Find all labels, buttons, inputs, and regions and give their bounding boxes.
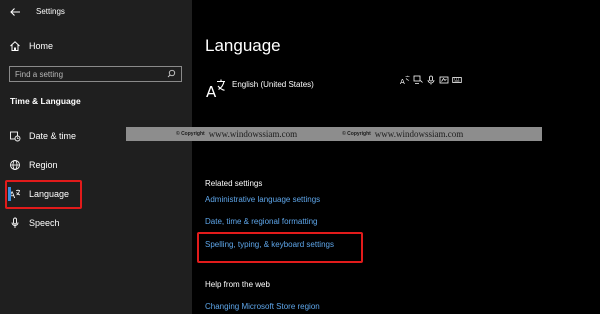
text-to-speech-icon [413,75,423,85]
section-title: Time & Language [10,96,81,106]
highlight-box-spelling-link [197,232,363,263]
search-input[interactable] [15,69,167,79]
calendar-clock-icon [8,129,22,143]
svg-text:A: A [206,83,217,100]
highlight-box-language [5,180,82,209]
page-title: Language [205,36,281,55]
home-icon [8,39,22,53]
search-icon[interactable] [167,65,176,83]
watermark-site: www.windowssiam.com [208,129,298,139]
help-from-web-heading: Help from the web [205,280,270,289]
sidebar-item-label: Region [29,160,58,170]
window-title: Settings [36,7,65,16]
link-administrative-language-settings[interactable]: Administrative language settings [205,195,320,204]
microphone-icon [8,216,22,230]
sidebar-item-speech[interactable]: Speech [8,213,188,233]
sidebar: Settings Home Time & Language Date & tim… [0,0,192,314]
sidebar-item-label: Home [29,41,54,51]
svg-text:A: A [400,78,405,85]
watermark-copyright: © Copyright [176,131,205,137]
language-feature-icons: A [400,75,462,85]
back-arrow-icon[interactable] [8,5,22,19]
speech-recognition-icon [426,75,436,85]
link-date-time-regional-formatting[interactable]: Date, time & regional formatting [205,217,318,226]
watermark-copyright: © Copyright [342,131,371,137]
related-settings-heading: Related settings [205,179,263,188]
watermark-site: www.windowssiam.com [374,129,464,139]
sidebar-item-home[interactable]: Home [8,36,188,56]
watermark-banner: © Copyright www.windowssiam.com © Copyri… [126,127,542,141]
language-name: English (United States) [232,80,314,89]
keyboard-icon [452,75,462,85]
handwriting-icon [439,75,449,85]
sidebar-item-label: Speech [29,218,60,228]
link-changing-microsoft-store-region[interactable]: Changing Microsoft Store region [205,302,320,311]
search-box[interactable] [9,66,182,82]
language-pack-icon: A [400,75,410,85]
globe-icon [8,158,22,172]
sidebar-item-label: Date & time [29,131,77,141]
language-icon: A [205,78,225,101]
sidebar-item-region[interactable]: Region [8,155,188,175]
